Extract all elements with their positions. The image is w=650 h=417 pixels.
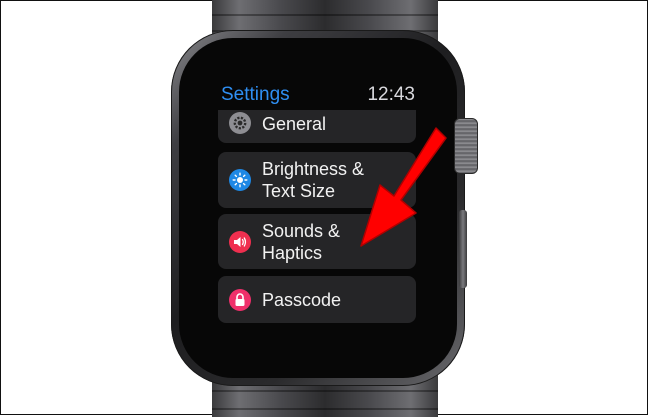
side-button[interactable] [459, 210, 467, 288]
settings-item-passcode[interactable]: Passcode [218, 276, 416, 323]
lock-icon [229, 289, 251, 311]
sun-icon [229, 169, 251, 191]
page-title[interactable]: Settings [221, 82, 290, 108]
gear-icon [229, 112, 251, 134]
speaker-icon [229, 231, 251, 253]
clock-time: 12:43 [367, 84, 415, 105]
settings-list[interactable]: General Brightness & Text Size Sounds & … [218, 110, 416, 332]
status-bar: Settings 12:43 [221, 82, 415, 110]
settings-item-label: General [262, 114, 327, 134]
settings-item-label: Sounds & Haptics [262, 221, 341, 263]
settings-item-sounds[interactable]: Sounds & Haptics [218, 214, 416, 269]
settings-item-general[interactable]: General [218, 110, 416, 143]
settings-item-brightness[interactable]: Brightness & Text Size [218, 152, 416, 208]
settings-item-label: Brightness & Text Size [262, 159, 365, 201]
digital-crown[interactable] [454, 118, 478, 174]
settings-item-label: Passcode [262, 290, 342, 310]
